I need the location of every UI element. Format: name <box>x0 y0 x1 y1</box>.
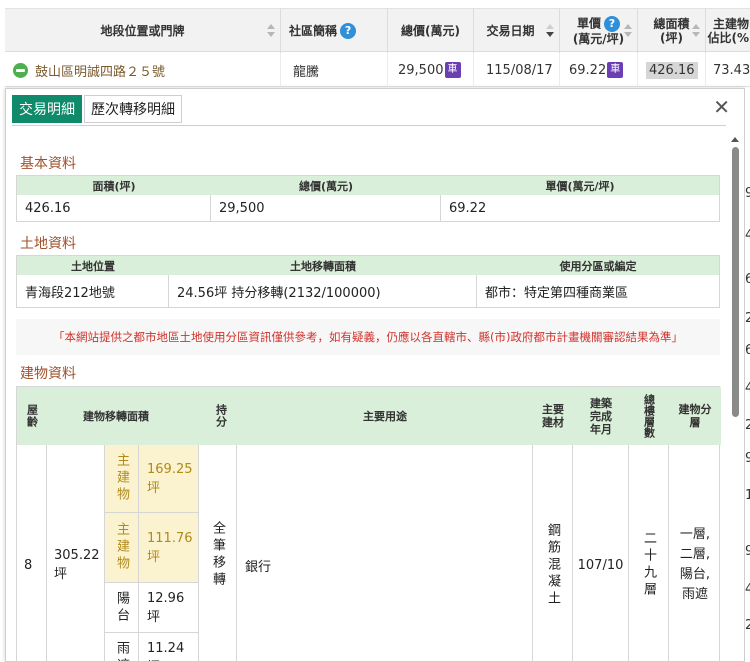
header-community[interactable]: 社區簡稱 ? <box>281 9 388 53</box>
tab-divider <box>12 125 726 126</box>
building-info-header: 屋齡 建物移轉面積 持分 主要用途 主要建材 建築完成年月 總樓層數 建物分層 <box>17 387 721 445</box>
help-icon[interactable]: ? <box>604 16 620 32</box>
detail-panel: 交易明細 歷次轉移明細 ✕ 基本資料 面積(坪) 總價(萬元) 單價(萬元/坪)… <box>5 88 745 662</box>
header-total-area[interactable]: 總面積 (坪) <box>638 9 706 53</box>
cell-main-ratio: 73.43 <box>713 62 750 78</box>
building-split: 一層,二層,陽台,雨遮 <box>679 527 711 602</box>
clipped-column: 9 4 6 2 6 4 2 9 1 9 4 2 <box>745 88 750 662</box>
table-row[interactable]: 鼓山區明誠四路２５號 龍騰 29,500 車 115/08/17 69.22 車 4… <box>5 53 750 87</box>
building-area: 305.22坪 <box>47 445 105 661</box>
cell-total-price: 29,500 車 <box>388 53 474 87</box>
basic-info-title: 基本資料 <box>20 156 76 172</box>
sub-value: 11.24坪 <box>139 633 199 661</box>
building-age: 8 <box>17 445 47 661</box>
sub-label: 雨遮 <box>105 633 139 661</box>
building-floors: 二十九層 <box>629 445 669 661</box>
sub-value: 111.76坪 <box>139 513 199 583</box>
results-table: 地段位置或門牌 社區簡稱 ? 總價(萬元) 交易日期 單價? (萬元/坪) 總面… <box>0 0 750 88</box>
tab-transaction-detail[interactable]: 交易明細 <box>12 95 82 123</box>
parking-badge[interactable]: 車 <box>607 62 624 78</box>
building-material: 鋼筋混凝土 <box>533 445 573 661</box>
cell-total-area: 426.16 <box>638 53 706 87</box>
basic-info-table: 面積(坪) 總價(萬元) 單價(萬元/坪) 426.16 29,500 69.2… <box>16 175 720 222</box>
results-table-header: 地段位置或門牌 社區簡稱 ? 總價(萬元) 交易日期 單價? (萬元/坪) 總面… <box>5 8 750 53</box>
sort-icon[interactable] <box>692 24 700 38</box>
header-main-ratio[interactable]: 主建物 佔比(%) <box>706 9 750 53</box>
zoning-notice: 「本網站提供之都市地區土地使用分區資訊僅供參考，如有疑義，仍應以各直轄市、縣(市… <box>16 319 720 355</box>
land-info-title: 土地資料 <box>20 236 76 252</box>
sub-label: 主建物 <box>105 513 139 583</box>
cell-address[interactable]: 鼓山區明誠四路２５號 <box>5 53 281 87</box>
close-icon[interactable]: ✕ <box>713 95 730 119</box>
cell-unit-price: 69.22 車 <box>560 53 638 87</box>
land-info-header: 土地位置 土地移轉面積 使用分區或編定 <box>17 256 719 275</box>
building-info-table: 屋齡 建物移轉面積 持分 主要用途 主要建材 建築完成年月 總樓層數 建物分層 … <box>16 386 721 661</box>
land-info-values: 青海段212地號 24.56坪 持分移轉(2132/100000) 都市：特定第… <box>17 275 719 307</box>
sort-icon[interactable] <box>624 24 632 38</box>
cell-community: 龍騰 <box>281 53 388 87</box>
building-share: 全筆移轉 <box>199 445 237 661</box>
sub-value: 12.96坪 <box>139 583 199 633</box>
sub-value: 169.25坪 <box>139 445 199 513</box>
collapse-icon[interactable] <box>13 62 28 78</box>
parking-badge[interactable]: 車 <box>444 62 461 78</box>
help-icon[interactable]: ? <box>340 23 357 39</box>
header-date[interactable]: 交易日期 <box>474 9 560 53</box>
building-completed: 107/10 <box>573 445 629 661</box>
scroll-up-icon[interactable] <box>731 137 739 142</box>
tab-transfer-history[interactable]: 歷次轉移明細 <box>84 95 182 123</box>
sub-label: 主建物 <box>105 445 139 513</box>
building-use: 銀行 <box>237 445 533 661</box>
basic-info-values: 426.16 29,500 69.22 <box>17 195 719 221</box>
header-unit-price[interactable]: 單價? (萬元/坪) <box>560 9 638 53</box>
sort-desc-icon[interactable] <box>546 24 554 38</box>
basic-info-header: 面積(坪) 總價(萬元) 單價(萬元/坪) <box>17 176 719 195</box>
detail-tabs: 交易明細 歷次轉移明細 <box>12 95 184 125</box>
land-info-table: 土地位置 土地移轉面積 使用分區或編定 青海段212地號 24.56坪 持分移轉… <box>16 255 720 308</box>
header-location[interactable]: 地段位置或門牌 <box>5 9 281 53</box>
panel-scrollbar[interactable] <box>730 133 741 661</box>
sort-icon[interactable] <box>267 24 275 38</box>
building-info-title: 建物資料 <box>20 366 76 382</box>
sub-label: 陽台 <box>105 583 139 633</box>
header-total-price[interactable]: 總價(萬元) <box>388 9 474 53</box>
scrollbar-thumb[interactable] <box>732 147 739 417</box>
cell-date: 115/08/17 <box>474 53 560 87</box>
